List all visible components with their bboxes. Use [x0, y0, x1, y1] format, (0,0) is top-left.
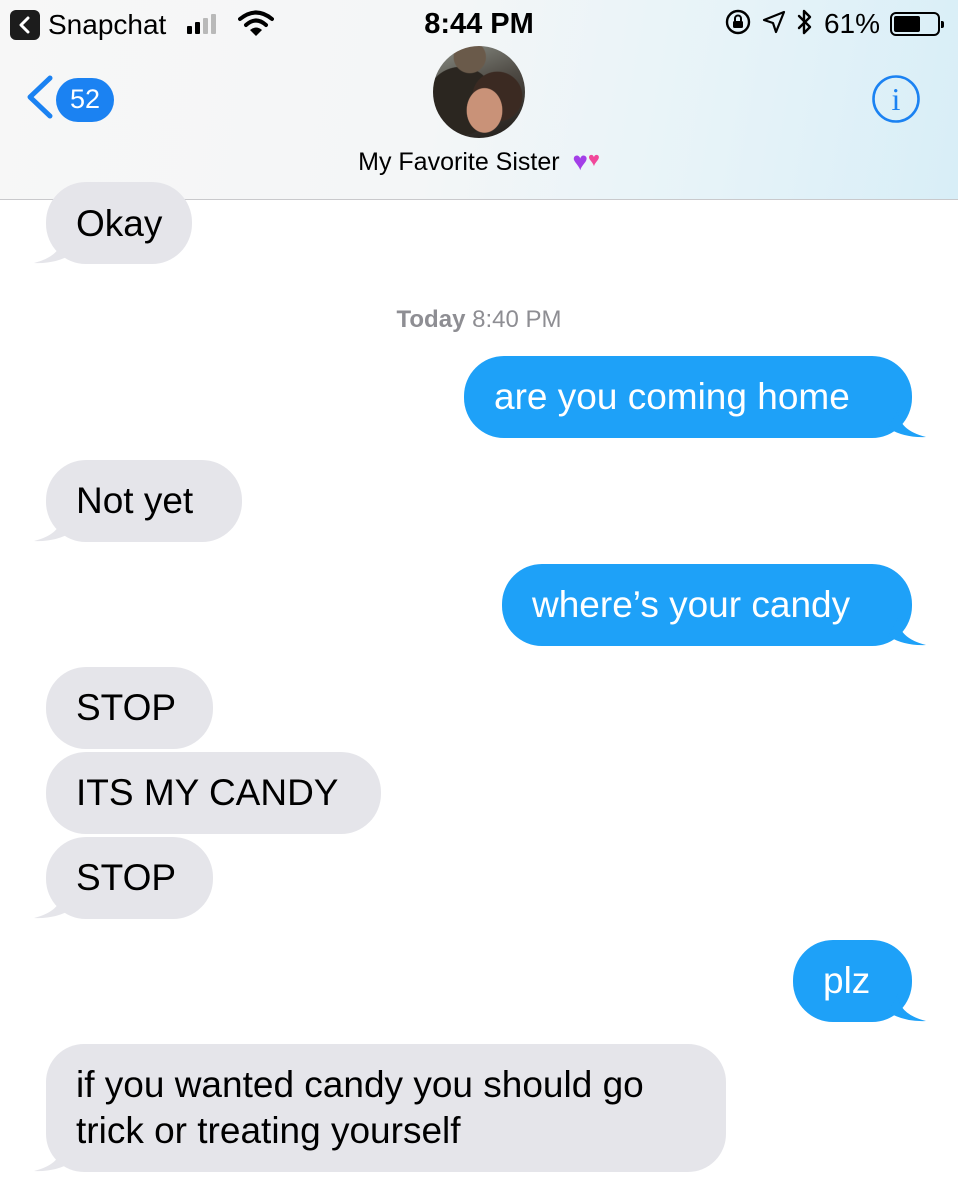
- bubble-tail: [888, 410, 926, 438]
- thread-timestamp: Today 8:40 PM: [0, 306, 958, 334]
- contact-name: My Favorite Sister: [358, 148, 560, 176]
- info-button[interactable]: i: [871, 74, 921, 124]
- timestamp-time: 8:40 PM: [472, 306, 562, 333]
- location-arrow-icon: [762, 10, 786, 39]
- battery-icon: [890, 12, 944, 36]
- message-bubble-incoming[interactable]: if you wanted candy you should go trick …: [46, 1044, 726, 1172]
- message-text: STOP: [76, 857, 177, 898]
- battery-level: [894, 16, 920, 32]
- contact-avatar[interactable]: [433, 46, 525, 138]
- message-text-line: trick or treating yourself: [76, 1110, 461, 1151]
- message-text: where’s your candy: [532, 584, 851, 625]
- bubble-tail: [34, 236, 72, 264]
- purple-heart-emoji: ♥: [572, 146, 588, 176]
- bubble-tail: [34, 514, 72, 542]
- message-bubble-incoming[interactable]: ITS MY CANDY: [46, 752, 381, 834]
- bubble-tail: [34, 1144, 72, 1172]
- battery-percentage: 61%: [823, 8, 880, 39]
- message-bubble-incoming[interactable]: STOP: [46, 667, 213, 749]
- bubble-tail: [34, 891, 72, 919]
- contact-name-button[interactable]: My Favorite Sister ♥♥: [0, 146, 958, 177]
- message-text: Not yet: [76, 480, 194, 521]
- info-icon: i: [872, 75, 920, 123]
- message-text: ITS MY CANDY: [76, 772, 339, 813]
- back-button[interactable]: 52: [24, 74, 114, 125]
- message-bubble-outgoing[interactable]: are you coming home: [464, 356, 912, 438]
- conversation-header: Snapchat 8:44 PM 61% 52 My Favorite Sist…: [0, 0, 958, 200]
- message-text-line: if you wanted candy you should go: [76, 1064, 644, 1105]
- message-bubble-outgoing[interactable]: where’s your candy: [502, 564, 912, 646]
- bluetooth-icon: [796, 8, 814, 41]
- unread-count-badge: 52: [56, 77, 114, 122]
- svg-text:i: i: [892, 81, 901, 117]
- message-bubble-incoming[interactable]: Not yet: [46, 460, 242, 542]
- message-text: plz: [823, 960, 871, 1001]
- timestamp-day: Today: [396, 306, 466, 333]
- message-text: are you coming home: [494, 376, 850, 417]
- two-hearts-emoji: ♥: [587, 149, 600, 171]
- status-bar: Snapchat 8:44 PM 61%: [0, 0, 958, 48]
- rotation-lock-icon: [724, 8, 752, 41]
- bubble-tail: [888, 618, 926, 646]
- chevron-left-icon: [24, 74, 54, 125]
- status-indicators: 61%: [724, 8, 944, 41]
- message-text: STOP: [76, 687, 177, 728]
- bubble-tail: [888, 994, 926, 1022]
- message-text: Okay: [76, 203, 163, 244]
